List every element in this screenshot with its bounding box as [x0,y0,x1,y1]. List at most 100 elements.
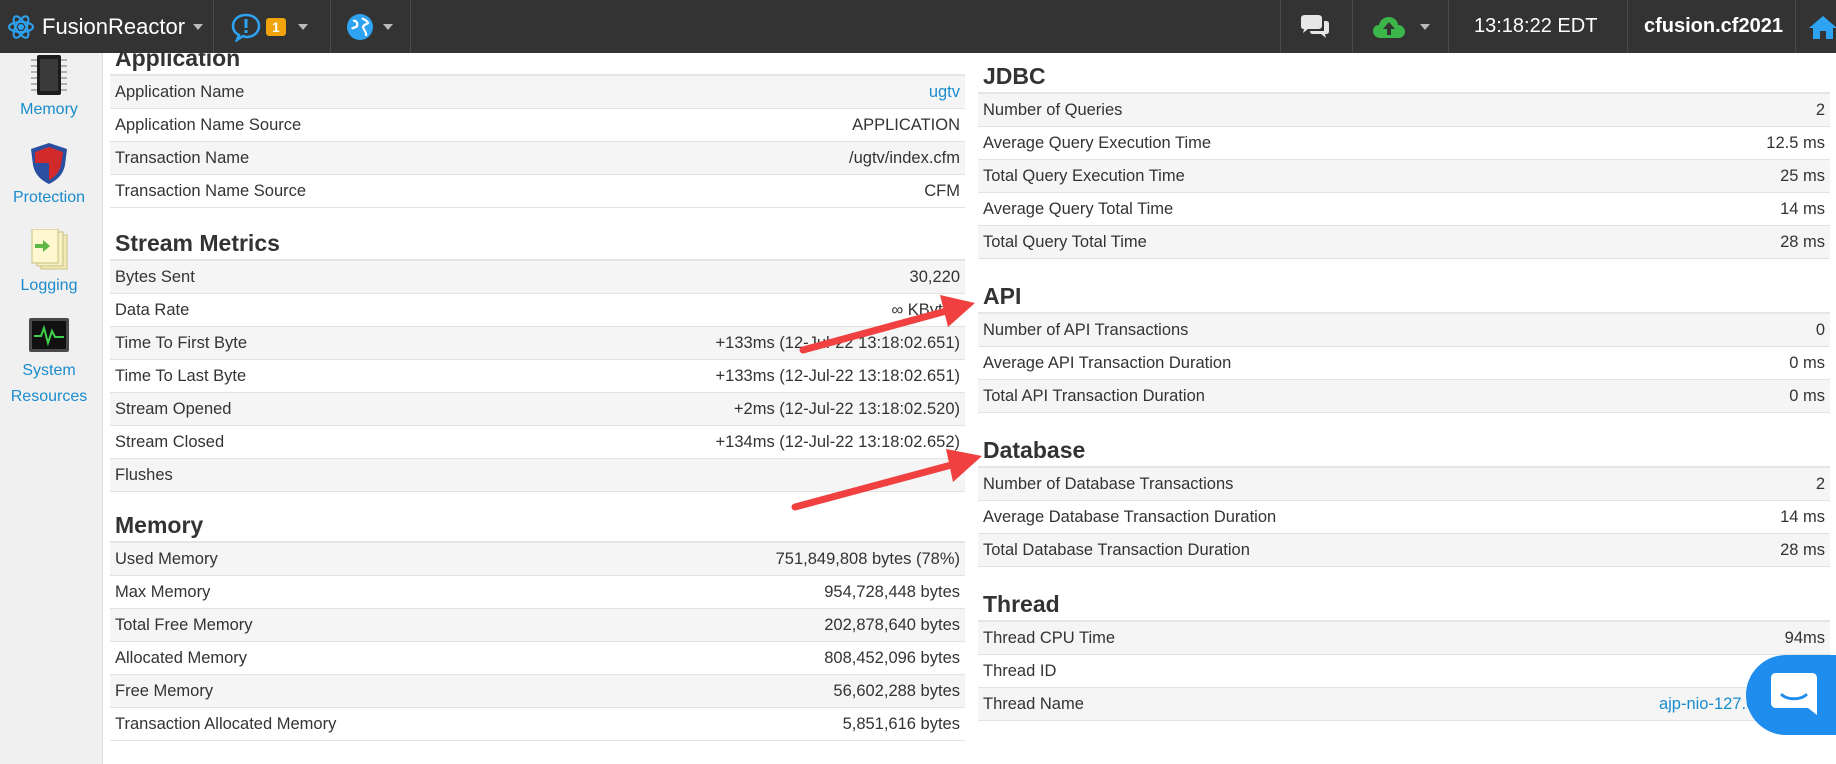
table-row: Bytes Sent 30,220 [110,261,965,294]
table-row: Average API Transaction Duration 0 ms [978,346,1830,380]
sidebar-item-label: Resources [10,388,88,405]
row-value: 12.5 ms [1639,126,1830,160]
table-row: Total Query Execution Time 25 ms [978,159,1830,193]
row-value: 202,878,640 bytes [574,608,965,642]
table-row: Stream Opened +2ms (12-Jul-22 13:18:02.52… [110,392,965,426]
row-value: +134ms (12-Jul-22 13:18:02.652) [416,425,965,459]
row-label: Total API Transaction Duration [978,379,1702,413]
section-title-api: API [978,281,1830,314]
table-row: Time To Last Byte +133ms (12-Jul-22 13:18… [110,359,965,393]
chevron-down-icon [297,23,308,30]
home-button[interactable] [1808,0,1836,53]
row-label: Total Query Total Time [978,225,1640,259]
sidebar-item-label: System [22,362,76,379]
monitor-icon [29,318,69,352]
row-label: Max Memory [110,575,575,609]
row-value: ∞ KBytes [416,293,965,327]
sidebar-item-logging[interactable]: Logging [0,229,98,299]
table-row: Number of API Transactions 0 [978,314,1830,347]
row-value: /ugtv/index.cfm [643,141,965,175]
row-label: Number of API Transactions [978,314,1702,347]
row-label: Thread CPU Time [978,622,1359,655]
row-value: 28 ms [1699,533,1830,567]
globe-icon [347,13,373,40]
row-value: 954,728,448 bytes [574,575,965,609]
row-label: Transaction Name [110,141,644,175]
table-row: Data Rate ∞ KBytes [110,293,965,327]
sidebar: Memory Protection Logging System Resourc… [0,53,103,764]
row-value [416,458,965,492]
application-name-link[interactable]: ugtv [643,76,965,109]
row-label: Transaction Name Source [110,174,644,208]
speech-alert-icon [231,13,261,42]
row-label: Used Memory [110,543,575,576]
row-value: 751,849,808 bytes (78%) [574,543,965,576]
row-label: Time To Last Byte [110,359,417,393]
chevron-down-icon [193,23,204,30]
chat-icon [1771,673,1817,715]
row-value: APPLICATION [643,108,965,142]
chevron-down-icon [1420,23,1430,30]
chat-button[interactable] [1298,0,1330,53]
row-label: Average Query Total Time [978,192,1640,226]
row-value: +2ms (12-Jul-22 13:18:02.520) [416,392,965,426]
row-label: Bytes Sent [110,261,417,294]
section-title-application: Application [110,43,965,76]
row-label: Average API Transaction Duration [978,346,1702,380]
row-label: Thread Name [978,687,1359,721]
fusionreactor-logo-icon [8,14,34,39]
instance-name[interactable]: cfusion.cf2021 [1644,0,1783,53]
sidebar-item-system-resources[interactable]: System Resources [0,316,98,410]
api-table: Number of API Transactions 0 Average API … [978,314,1830,413]
table-row: Total Free Memory 202,878,640 bytes [110,608,965,642]
table-row: Transaction Name/ugtv/index.cfm [110,141,965,175]
row-label: Application Name Source [110,108,644,142]
row-label: Thread ID [978,654,1359,688]
table-row: Time To First Byte +133ms (12-Jul-22 13:1… [110,326,965,360]
row-value: 2 [1639,94,1830,127]
section-title-database: Database [978,435,1830,468]
row-label: Number of Database Transactions [978,468,1700,501]
upload-menu[interactable] [1372,0,1430,53]
chat-launcher-button[interactable] [1746,655,1836,735]
row-label: Application Name [110,76,644,109]
row-value: 28 ms [1639,225,1830,259]
row-value: 808,452,096 bytes [574,641,965,675]
row-label: Total Query Execution Time [978,159,1640,193]
right-column: JDBC Number of Queries 2 Average Query Ex… [978,53,1830,721]
row-value: CFM [643,174,965,208]
notification-count-badge: 1 [266,17,286,36]
stream-metrics-table: Bytes Sent 30,220 Data Rate ∞ KBytes Time … [110,261,965,492]
table-row: Thread CPU Time 94ms [978,622,1830,655]
chevron-down-icon [383,23,393,30]
jdbc-table: Number of Queries 2 Average Query Executi… [978,94,1830,259]
sidebar-item-memory[interactable]: Memory [0,53,98,123]
section-title-memory: Memory [110,510,965,543]
table-row: Used Memory 751,849,808 bytes (78%) [110,543,965,576]
table-row: Total Database Transaction Duration 28 ms [978,533,1830,567]
sidebar-item-protection[interactable]: Protection [0,141,98,211]
section-title-jdbc: JDBC [978,61,1830,94]
divider [1795,0,1796,53]
row-label: Flushes [110,458,417,492]
row-value: 56,602,288 bytes [574,674,965,708]
sidebar-item-label: Logging [20,277,78,294]
row-label: Total Free Memory [110,608,575,642]
row-label: Total Database Transaction Duration [978,533,1700,567]
table-row: Max Memory 954,728,448 bytes [110,575,965,609]
shield-icon [31,143,67,184]
server-clock: 13:18:22 EDT [1474,15,1598,37]
row-value: 0 ms [1701,346,1830,380]
row-label: Transaction Allocated Memory [110,707,575,741]
row-label: Data Rate [110,293,417,327]
row-label: Number of Queries [978,94,1640,127]
table-row: Flushes [110,458,965,492]
table-row: Transaction Allocated Memory 5,851,616 by… [110,707,965,741]
row-value: +133ms (12-Jul-22 13:18:02.651) [416,359,965,393]
table-row: Allocated Memory 808,452,096 bytes [110,641,965,675]
home-icon [1809,15,1836,39]
table-row: Average Query Total Time 14 ms [978,192,1830,226]
table-row: Stream Closed +134ms (12-Jul-22 13:18:02.… [110,425,965,459]
row-value: 0 ms [1701,379,1830,413]
table-row: Transaction Name Source CFM [110,174,965,208]
